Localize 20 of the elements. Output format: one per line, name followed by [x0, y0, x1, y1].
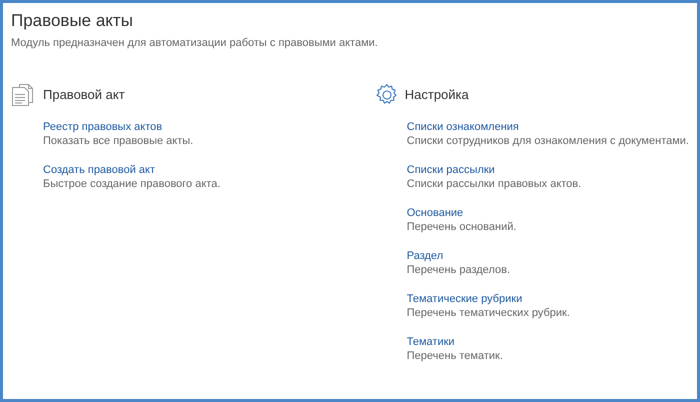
link-description: Перечень тематических рубрик. [406, 306, 571, 320]
module-link[interactable]: Тематики [406, 335, 689, 349]
link-description: Перечень тематик. [406, 349, 504, 363]
link-description: Списки рассылки правовых актов. [406, 177, 582, 191]
link-description: Списки сотрудников для ознакомления с документами. [406, 134, 689, 148]
section-title: Правовой акт [43, 86, 125, 104]
module-link[interactable]: Тематические рубрики [406, 292, 689, 306]
link-description: Быстрое создание правового акта. [43, 177, 222, 191]
module-link[interactable]: Списки ознакомления [406, 120, 689, 134]
section-title: Настройка [404, 86, 469, 104]
page-title: Правовые акты [11, 10, 134, 32]
module-link[interactable]: Списки рассылки [406, 163, 689, 177]
module-link[interactable]: Основание [406, 206, 689, 220]
module-link[interactable]: Раздел [406, 249, 689, 263]
link-description: Перечень оснований. [406, 220, 518, 234]
page-description: Модуль предназначен для автоматизации работы с правовыми актами. [11, 36, 379, 50]
link-description: Перечень разделов. [406, 263, 511, 277]
link-description: Показать все правовые акты. [43, 134, 194, 148]
module-link[interactable]: Реестр правовых актов [43, 120, 375, 134]
module-link[interactable]: Создать правовой акт [43, 163, 375, 177]
